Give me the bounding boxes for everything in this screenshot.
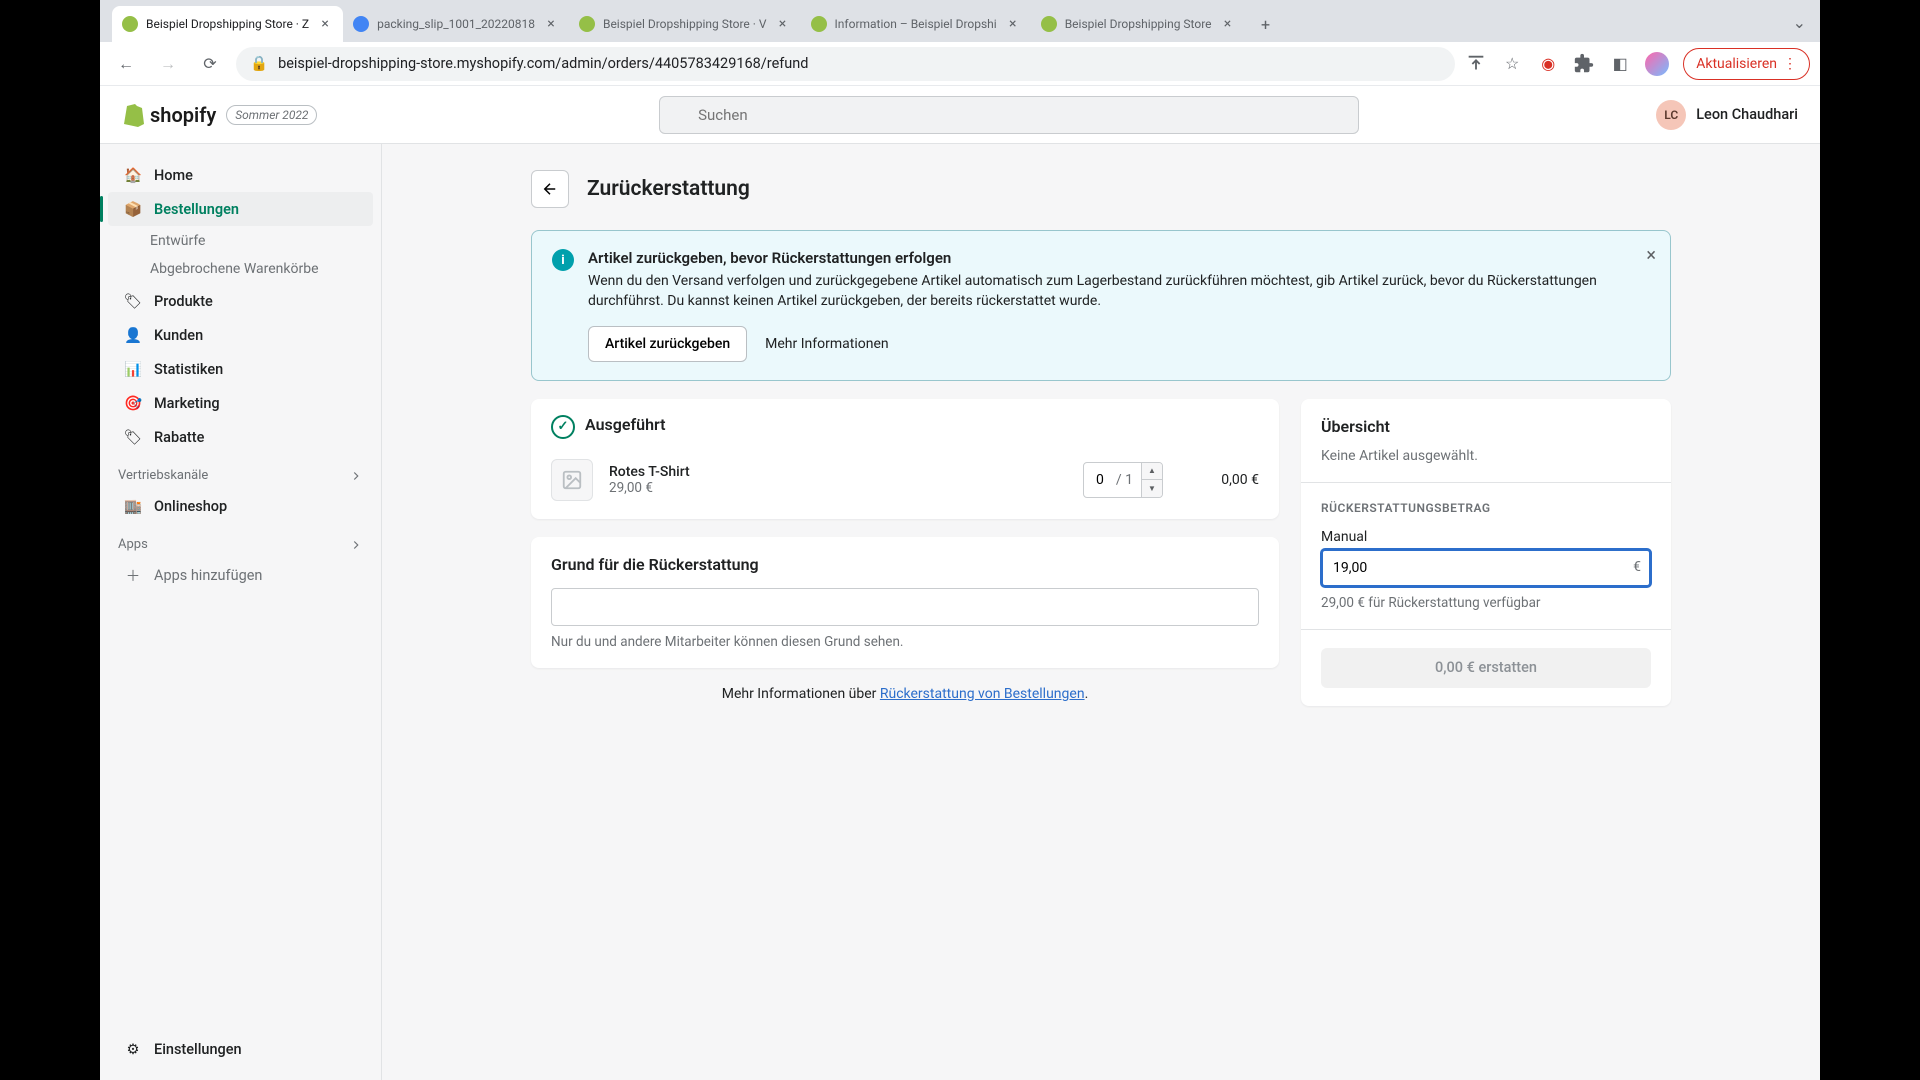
gear-icon: ⚙ bbox=[124, 1040, 142, 1058]
return-items-button[interactable]: Artikel zurückgeben bbox=[588, 326, 747, 362]
sidebar: 🏠Home 📦Bestellungen Entwürfe Abgebrochen… bbox=[100, 144, 382, 1080]
chevron-right-icon bbox=[349, 538, 363, 552]
sidebar-sub-drafts[interactable]: Entwürfe bbox=[108, 226, 373, 256]
close-icon[interactable]: × bbox=[775, 16, 791, 32]
close-icon[interactable]: × bbox=[543, 16, 559, 32]
overview-title: Übersicht bbox=[1321, 417, 1651, 436]
shopify-logo[interactable]: shopify bbox=[122, 103, 216, 127]
home-icon: 🏠 bbox=[124, 166, 142, 184]
overview-card: Übersicht Keine Artikel ausgewählt. RÜCK… bbox=[1301, 399, 1671, 706]
share-icon[interactable] bbox=[1465, 53, 1487, 75]
app-header: shopify Sommer 2022 LC Leon Chaudhari bbox=[100, 86, 1820, 144]
more-info-link[interactable]: Mehr Informationen bbox=[765, 336, 888, 352]
url-text: beispiel-dropshipping-store.myshopify.co… bbox=[278, 55, 808, 72]
line-item-price: 29,00 € bbox=[609, 480, 1067, 496]
close-icon[interactable]: × bbox=[1646, 245, 1656, 266]
overview-empty: Keine Artikel ausgewählt. bbox=[1321, 448, 1651, 464]
step-down-icon[interactable]: ▼ bbox=[1142, 480, 1162, 497]
extension-icon[interactable]: ◉ bbox=[1537, 53, 1559, 75]
browser-tab[interactable]: Information – Beispiel Dropshi× bbox=[801, 6, 1031, 42]
refund-docs-link[interactable]: Rückerstattung von Bestellungen bbox=[880, 686, 1085, 702]
image-placeholder-icon bbox=[551, 459, 593, 501]
search-input[interactable] bbox=[659, 96, 1359, 134]
sidebar-item-settings[interactable]: ⚙Einstellungen bbox=[108, 1032, 373, 1066]
back-button[interactable] bbox=[531, 170, 569, 208]
sidebar-item-orders[interactable]: 📦Bestellungen bbox=[108, 192, 373, 226]
page-title: Zurückerstattung bbox=[587, 177, 750, 201]
sidebar-section-apps[interactable]: Apps bbox=[100, 523, 381, 558]
available-text: 29,00 € für Rückerstattung verfügbar bbox=[1321, 595, 1651, 611]
close-icon[interactable]: × bbox=[317, 16, 333, 32]
sidebar-item-analytics[interactable]: 📊Statistiken bbox=[108, 352, 373, 386]
quantity-of-label: / 1 bbox=[1116, 472, 1141, 488]
browser-toolbar: ← → ⟳ 🔒 beispiel-dropshipping-store.mysh… bbox=[100, 42, 1820, 86]
sidebar-add-apps[interactable]: ＋Apps hinzufügen bbox=[108, 558, 373, 592]
fulfilled-card: Ausgeführt Rotes T-Shirt 29,00 € bbox=[531, 399, 1279, 519]
fulfilled-title: Ausgeführt bbox=[585, 415, 666, 434]
profile-avatar[interactable] bbox=[1645, 52, 1669, 76]
reason-title: Grund für die Rückerstattung bbox=[551, 555, 1259, 574]
tabs-menu-icon[interactable]: ⌄ bbox=[1793, 13, 1806, 32]
browser-tab[interactable]: Beispiel Dropshipping Store · V× bbox=[569, 6, 801, 42]
line-total: 0,00 € bbox=[1179, 472, 1259, 488]
step-up-icon[interactable]: ▲ bbox=[1142, 463, 1162, 480]
update-button[interactable]: Aktualisieren⋮ bbox=[1683, 48, 1810, 80]
sidebar-item-onlineshop[interactable]: 🏬Onlineshop bbox=[108, 489, 373, 523]
banner-title: Artikel zurückgeben, bevor Rückerstattun… bbox=[588, 249, 1650, 267]
back-icon[interactable]: ← bbox=[110, 48, 142, 80]
reason-input[interactable] bbox=[551, 588, 1259, 626]
puzzle-icon[interactable] bbox=[1573, 53, 1595, 75]
browser-tab[interactable]: Beispiel Dropshipping Store · Z× bbox=[112, 6, 343, 42]
line-item: Rotes T-Shirt 29,00 € / 1 ▲ ▼ bbox=[531, 449, 1279, 519]
season-badge: Sommer 2022 bbox=[226, 105, 317, 125]
reason-card: Grund für die Rückerstattung Nur du und … bbox=[531, 537, 1279, 668]
person-icon: 👤 bbox=[124, 326, 142, 344]
sidebar-item-customers[interactable]: 👤Kunden bbox=[108, 318, 373, 352]
more-info-text: Mehr Informationen über Rückerstattung v… bbox=[531, 686, 1279, 702]
sidebar-item-home[interactable]: 🏠Home bbox=[108, 158, 373, 192]
refund-button[interactable]: 0,00 € erstatten bbox=[1321, 648, 1651, 688]
new-tab-button[interactable]: + bbox=[1252, 10, 1280, 38]
address-bar[interactable]: 🔒 beispiel-dropshipping-store.myshopify.… bbox=[236, 47, 1455, 81]
refund-amount-input[interactable] bbox=[1321, 549, 1651, 587]
sidebar-sub-abandoned[interactable]: Abgebrochene Warenkörbe bbox=[108, 256, 373, 284]
plus-icon: ＋ bbox=[124, 566, 142, 584]
user-menu[interactable]: LC Leon Chaudhari bbox=[1656, 100, 1798, 130]
forward-icon[interactable]: → bbox=[152, 48, 184, 80]
reason-help-text: Nur du und andere Mitarbeiter können die… bbox=[551, 634, 1259, 650]
sidebar-item-discounts[interactable]: 🏷Rabatte bbox=[108, 420, 373, 454]
sidebar-section-channels[interactable]: Vertriebskanäle bbox=[100, 454, 381, 489]
reload-icon[interactable]: ⟳ bbox=[194, 48, 226, 80]
browser-tabbar: Beispiel Dropshipping Store · Z× packing… bbox=[100, 0, 1820, 42]
currency-suffix: € bbox=[1633, 559, 1641, 575]
refund-amount-heading: RÜCKERSTATTUNGSBETRAG bbox=[1321, 501, 1651, 515]
info-icon: i bbox=[552, 249, 574, 271]
chart-icon: 📊 bbox=[124, 360, 142, 378]
close-icon[interactable]: × bbox=[1220, 16, 1236, 32]
star-icon[interactable]: ☆ bbox=[1501, 53, 1523, 75]
user-name: Leon Chaudhari bbox=[1696, 106, 1798, 123]
lock-icon: 🔒 bbox=[250, 55, 268, 72]
sidebar-item-products[interactable]: 🏷Produkte bbox=[108, 284, 373, 318]
line-item-name: Rotes T-Shirt bbox=[609, 464, 1067, 480]
orders-icon: 📦 bbox=[124, 200, 142, 218]
browser-tab[interactable]: packing_slip_1001_20220818× bbox=[343, 6, 569, 42]
browser-tab[interactable]: Beispiel Dropshipping Store× bbox=[1031, 6, 1246, 42]
manual-label: Manual bbox=[1321, 529, 1651, 545]
discount-icon: 🏷 bbox=[124, 428, 142, 446]
avatar: LC bbox=[1656, 100, 1686, 130]
store-icon: 🏬 bbox=[124, 497, 142, 515]
panel-icon[interactable]: ◧ bbox=[1609, 53, 1631, 75]
quantity-input[interactable] bbox=[1084, 472, 1116, 488]
banner-text: Wenn du den Versand verfolgen und zurück… bbox=[588, 271, 1650, 312]
quantity-stepper[interactable]: / 1 ▲ ▼ bbox=[1083, 462, 1163, 498]
target-icon: 🎯 bbox=[124, 394, 142, 412]
sidebar-item-marketing[interactable]: 🎯Marketing bbox=[108, 386, 373, 420]
check-circle-icon bbox=[551, 415, 575, 439]
close-icon[interactable]: × bbox=[1005, 16, 1021, 32]
arrow-left-icon bbox=[541, 180, 559, 198]
info-banner: i Artikel zurückgeben, bevor Rückerstatt… bbox=[531, 230, 1671, 381]
tag-icon: 🏷 bbox=[124, 292, 142, 310]
chevron-right-icon bbox=[349, 469, 363, 483]
